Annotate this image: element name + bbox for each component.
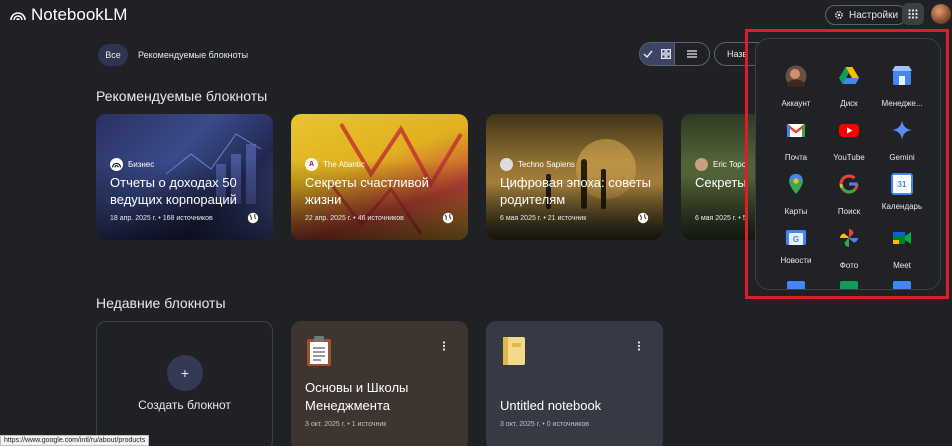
settings-button[interactable]: Настройки xyxy=(825,5,908,25)
notebooklm-logo-icon xyxy=(10,12,26,21)
globe-icon xyxy=(442,212,454,224)
recent-heading: Недавние блокноты xyxy=(96,295,226,311)
card-source-name: Бизнес xyxy=(128,160,155,169)
google-apps-button[interactable] xyxy=(902,3,924,25)
source-logo-icon xyxy=(500,158,513,171)
grid-view-button[interactable] xyxy=(640,43,674,65)
app-title: NotebookLM xyxy=(31,5,128,24)
top-bar: NotebookLM Настройки xyxy=(0,0,952,30)
card-meta: 22 апр. 2025 г. • 46 источников xyxy=(305,215,404,222)
settings-label: Настройки xyxy=(849,9,899,21)
card-source: A The Atlantic xyxy=(305,158,365,171)
card-source-name: The Atlantic xyxy=(323,160,365,169)
notebook-icon xyxy=(503,337,525,365)
create-notebook-label: Создать блокнот xyxy=(138,398,231,412)
card-meta: 18 апр. 2025 г. • 168 источников xyxy=(110,215,213,222)
featured-card[interactable]: Бизнес Отчеты о доходах 50 ведущих корпо… xyxy=(96,114,273,240)
list-view-button[interactable] xyxy=(674,43,709,65)
source-logo-icon xyxy=(110,158,123,171)
notebook-card[interactable]: Untitled notebook 3 окт. 2025 г. • 0 ист… xyxy=(486,321,663,446)
card-title: Цифровая эпоха: советы родителям xyxy=(500,175,651,207)
card-source-name: Techno Sapiens xyxy=(518,160,575,169)
source-logo-icon: A xyxy=(305,158,318,171)
filter-recommended-chip[interactable]: Рекомендуемые блокноты xyxy=(138,44,248,66)
filter-all-chip[interactable]: Все xyxy=(98,44,128,66)
card-title: Секреты счастливой жизни xyxy=(305,175,429,207)
apps-grid-icon xyxy=(908,9,918,19)
notebook-meta: 3 окт. 2025 г. • 0 источников xyxy=(500,421,589,428)
recommended-heading: Рекомендуемые блокноты xyxy=(96,88,268,104)
grid-icon xyxy=(661,49,671,59)
card-source: Techno Sapiens xyxy=(500,158,575,171)
account-avatar[interactable] xyxy=(931,4,951,24)
featured-card[interactable]: Techno Sapiens Цифровая эпоха: советы ро… xyxy=(486,114,663,240)
featured-card[interactable]: A The Atlantic Секреты счастливой жизни … xyxy=(291,114,468,240)
card-title: Отчеты о доходах 50 ведущих корпораций xyxy=(110,175,237,207)
notebook-card[interactable]: Основы и Школы Менеджмента 3 окт. 2025 г… xyxy=(291,321,468,446)
create-notebook-button[interactable]: + Создать блокнот xyxy=(96,321,273,446)
view-toggle xyxy=(639,42,710,66)
card-source: Бизнес xyxy=(110,158,154,171)
notebook-title: Основы и Школы Менеджмента xyxy=(305,380,409,413)
app-logo[interactable]: NotebookLM xyxy=(10,5,127,25)
card-meta: 6 мая 2025 г. • 5 xyxy=(695,215,747,222)
notebook-meta: 3 окт. 2025 г. • 1 источник xyxy=(305,421,387,428)
more-options-icon[interactable] xyxy=(637,341,641,351)
check-icon xyxy=(643,50,653,58)
more-options-icon[interactable] xyxy=(442,341,446,351)
card-source-name: Eric Topol xyxy=(713,160,748,169)
notebook-title: Untitled notebook xyxy=(500,398,602,413)
plus-icon: + xyxy=(167,355,203,391)
globe-icon xyxy=(247,212,259,224)
status-bar-url: https://www.google.com/intl/ru/about/pro… xyxy=(0,435,150,446)
clipboard-icon xyxy=(307,336,331,366)
list-icon xyxy=(687,50,697,58)
globe-icon xyxy=(637,212,649,224)
highlight-annotation-box xyxy=(745,29,949,299)
source-logo-icon xyxy=(695,158,708,171)
gear-icon xyxy=(835,11,843,19)
card-source: Eric Topol xyxy=(695,158,748,171)
card-meta: 6 мая 2025 г. • 21 источник xyxy=(500,215,587,222)
